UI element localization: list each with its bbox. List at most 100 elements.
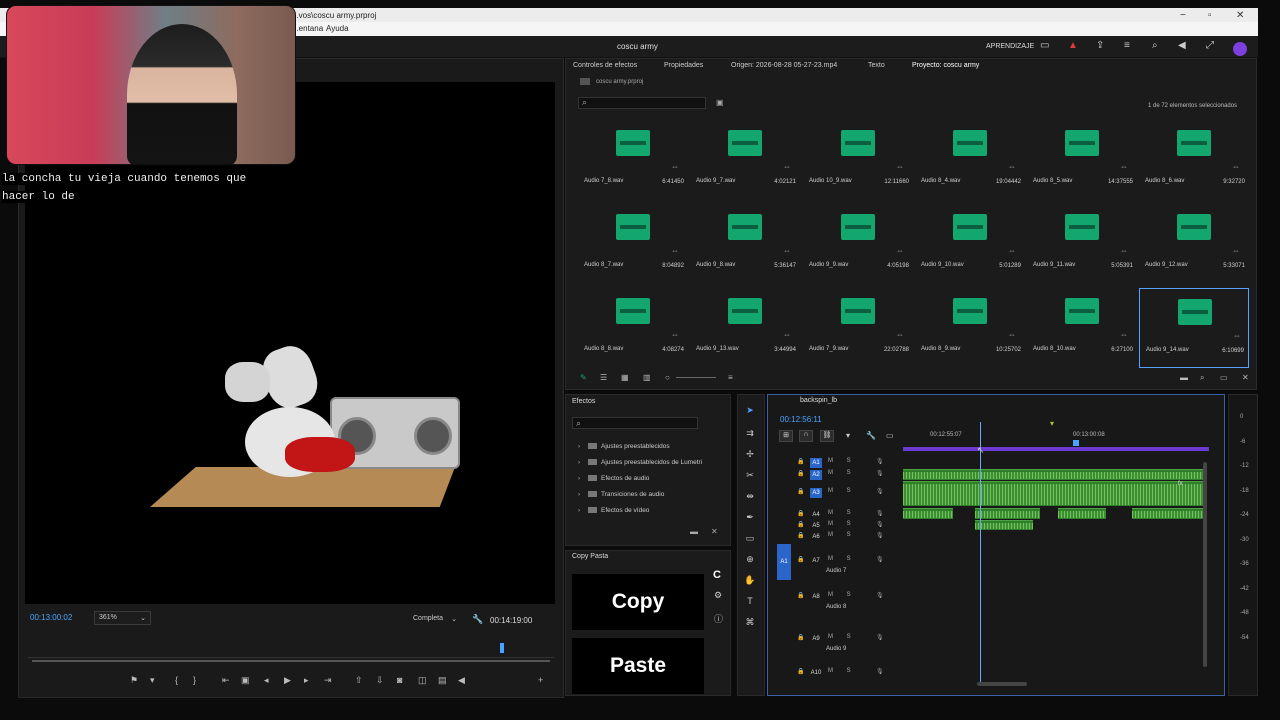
effects-search-input[interactable] [572,417,698,429]
effects-folder[interactable]: › Efectos de audio [578,475,649,482]
wrench-icon[interactable]: 🔧 [472,614,483,625]
media-tile[interactable]: ⇔ Audio 8_10.wav 6:27100 [1027,288,1137,368]
track-mute-solo[interactable]: M S [828,488,857,494]
media-tile[interactable]: ⇔ Audio 10_9.wav 12:11660 [803,120,913,200]
media-tile[interactable]: ⇔ Audio 7_9.wav 22:02788 [803,288,913,368]
lock-icon[interactable]: 🔒 [797,634,804,641]
track-mute-solo[interactable]: M S [828,668,857,674]
snap-icon[interactable]: ∩ [799,430,813,442]
mark-in-icon[interactable]: { [175,675,178,685]
timeline-marker[interactable]: ▾ [1050,419,1054,428]
copy-button[interactable]: Copy [572,574,704,630]
linked-selection-icon[interactable]: ⛓ [820,430,834,442]
microphone-icon[interactable]: 🎙 [876,634,884,641]
track-mute-solo[interactable]: M S [828,470,857,476]
track-mute-solo[interactable]: M S [828,592,857,598]
media-tile[interactable]: ⇔ Audio 9_8.wav 5:36147 [690,204,800,284]
add-button-icon[interactable]: + [538,675,543,685]
freeform-view-icon[interactable]: ▥ [643,373,651,382]
track-label[interactable]: A4 [810,510,822,520]
new-folder-icon[interactable]: ▬ [690,527,698,536]
maximize-button[interactable]: ▫ [1208,10,1212,21]
slip-icon[interactable]: ⇹ [743,491,757,505]
track-mute-solo[interactable]: M S [828,532,857,538]
track-label[interactable]: A9 [810,634,822,644]
safe-margins-icon[interactable]: ▣ [241,675,250,686]
icon-view-icon[interactable]: ▦ [621,373,629,382]
lock-icon[interactable]: 🔒 [797,488,804,495]
track-label[interactable]: A3 [810,488,822,498]
hand-icon[interactable]: ✋ [743,575,757,589]
media-tile[interactable]: ⇔ Audio 9_12.wav 5:33071 [1139,204,1249,284]
new-bin-icon[interactable]: ▭ [1220,373,1228,382]
effects-folder[interactable]: › Ajustes preestablecidos [578,443,670,450]
camera-icon[interactable]: ◙ [397,675,402,685]
effects-folder[interactable]: › Transiciones de audio [578,491,664,498]
marker-icon[interactable]: ⚑ [130,675,138,686]
tab-effect-controls[interactable]: Controles de efectos [573,62,637,69]
zoom-tool-icon[interactable]: ⊕ [743,554,757,568]
search-icon[interactable]: ⌕ [1152,40,1158,51]
media-tile[interactable]: ⇔ Audio 9_11.wav 5:05391 [1027,204,1137,284]
tab-text[interactable]: Texto [868,62,885,69]
microphone-icon[interactable]: 🎙 [876,488,884,495]
minimize-button[interactable]: − [1180,10,1186,21]
media-tile[interactable]: ⇔ Audio 9_7.wav 4:02121 [690,120,800,200]
media-tile[interactable]: ⇔ Audio 8_6.wav 9:32720 [1139,120,1249,200]
selection-tool-icon[interactable]: ➤ [743,405,757,419]
go-to-in-icon[interactable]: ⇤ [222,675,230,686]
menu-ayuda[interactable]: Ayuda [326,24,349,33]
find-icon[interactable]: ⌕ [1200,373,1204,383]
media-tile[interactable]: ⇔ Audio 9_13.wav 3:44994 [690,288,800,368]
program-timecode[interactable]: 00:13:00:02 [30,613,72,622]
sort-icon[interactable]: ≡ [728,373,733,382]
track-label[interactable]: A7 [810,556,822,566]
nest-icon[interactable]: ⊞ [779,430,793,442]
zoom-select[interactable]: 361% ⌄ [94,611,151,625]
bin-icon[interactable]: ▣ [716,98,724,107]
rectangle-icon[interactable]: ▭ [743,533,757,547]
audio-clip[interactable] [903,481,1204,506]
track-select-icon[interactable]: ⇉ [743,428,757,442]
timeline-in-marker[interactable] [1073,440,1079,446]
media-tile[interactable]: ⇔ Audio 8_7.wav 8:04892 [578,204,688,284]
menu-ventana[interactable]: ...entana [292,24,323,33]
trash-icon[interactable]: ✕ [711,527,718,536]
extract-icon[interactable]: ⇩ [376,675,384,686]
lock-icon[interactable]: 🔒 [797,532,804,539]
learn-button[interactable]: APRENDIZAJE [986,43,1034,50]
mark-out-icon[interactable]: } [193,675,196,685]
audio-clip[interactable] [903,469,1204,480]
lift-icon[interactable]: ⇧ [355,675,363,686]
track-label[interactable]: A6 [810,532,822,542]
audio-clip[interactable] [903,508,953,519]
microphone-icon[interactable]: 🎙 [876,521,884,528]
lock-icon[interactable]: 🔒 [797,521,804,528]
lock-icon[interactable]: 🔒 [797,592,804,599]
audio-clip[interactable] [975,508,1040,519]
automate-icon[interactable]: ▬ [1180,373,1188,382]
sequence-name[interactable]: backspin_lb [800,397,837,404]
ripple-edit-icon[interactable]: ✢ [743,449,757,463]
quality-select[interactable]: Completa ⌄ [409,613,461,625]
lock-icon[interactable]: 🔒 [797,668,804,675]
program-playhead[interactable] [500,643,504,653]
track-mute-solo[interactable]: M S [828,510,857,516]
tab-source[interactable]: Origen: 2026-08-28 05-27-23.mp4 [731,62,837,69]
effects-folder[interactable]: › Efectos de vídeo [578,507,649,514]
zoom-slider-icon[interactable]: ○ [665,373,670,382]
timeline-playhead[interactable] [980,422,981,684]
track-label[interactable]: A2 [810,470,822,480]
track-label[interactable]: A8 [810,592,822,602]
compare-icon[interactable]: ◫ [418,675,427,686]
work-area-bar[interactable] [903,447,1209,451]
track-mute-solo[interactable]: M S [828,458,857,464]
share-icon[interactable]: ⇪ [1096,40,1104,51]
timeline-timecode[interactable]: 00:12:56:11 [780,415,822,424]
track-mute-solo[interactable]: M S [828,556,857,562]
track-label[interactable]: A10 [810,668,822,678]
media-tile[interactable]: ⇔ Audio 9_10.wav 5:01289 [915,204,1025,284]
wrench-icon[interactable]: 🔧 [866,431,876,440]
audio-clip[interactable] [1132,508,1204,519]
pencil-icon[interactable]: ✎ [580,373,587,382]
